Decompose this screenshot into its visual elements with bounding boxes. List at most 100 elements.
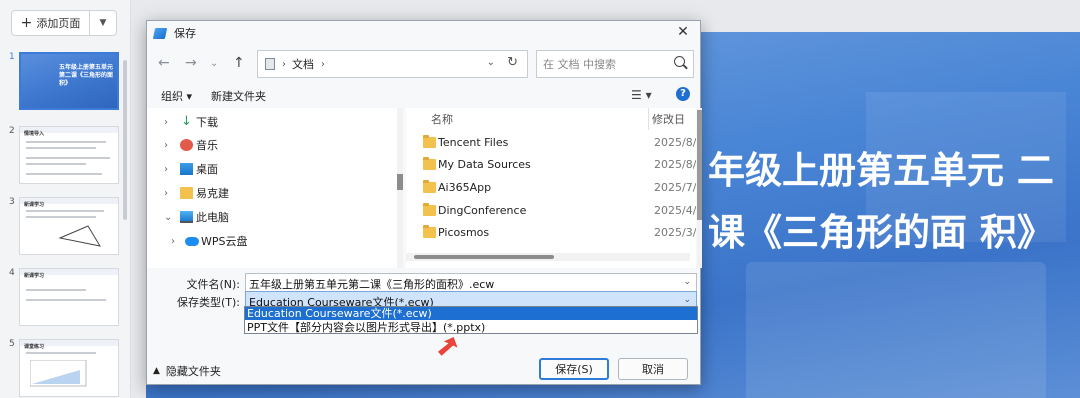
page-number: 3 xyxy=(9,197,15,207)
desktop-icon xyxy=(180,163,193,175)
column-header-modified[interactable]: 修改日 xyxy=(652,108,685,130)
page-number: 4 xyxy=(9,268,15,278)
nav-item-desktop[interactable]: › 桌面 xyxy=(147,158,397,180)
file-date: 2025/3/ xyxy=(654,226,696,239)
file-list: 名称 修改日 Tencent Files 2025/8/ My Data Sou… xyxy=(406,108,696,268)
dialog-title: 保存 xyxy=(174,27,196,40)
search-icon[interactable] xyxy=(674,56,685,67)
column-header-name[interactable]: 名称 xyxy=(431,108,453,130)
search-placeholder: 在 文档 中搜索 xyxy=(543,58,616,71)
file-row[interactable]: DingConference 2025/4/ xyxy=(406,200,696,222)
new-folder-button[interactable]: 新建文件夹 xyxy=(211,88,266,104)
nav-item-label: 音乐 xyxy=(196,139,218,152)
thumbnail-image: 五年级上册第五单元第二课《三角形的面积》 xyxy=(19,52,119,110)
page-thumbnail-5[interactable]: 5 课堂练习 xyxy=(0,339,124,398)
organize-button[interactable]: 组织 ▾ xyxy=(161,88,192,104)
thumbnail-title: 新课学习 xyxy=(24,273,45,279)
expand-chevron-icon[interactable]: › xyxy=(164,117,168,128)
nav-item-label: 桌面 xyxy=(196,163,218,176)
back-arrow-icon[interactable]: ← xyxy=(158,55,170,71)
file-row[interactable]: Tencent Files 2025/8/ xyxy=(406,132,696,154)
file-name: My Data Sources xyxy=(438,158,531,171)
thumbnail-image: 新课学习 xyxy=(19,268,119,326)
thumbnail-title: 五年级上册第五单元第二课《三角形的面积》 xyxy=(59,64,114,87)
file-date: 2025/8/ xyxy=(654,158,696,171)
save-button[interactable]: 保存(S) xyxy=(539,358,609,380)
nav-item-wps-cloud[interactable]: › WPS云盘 xyxy=(147,230,397,252)
app-icon xyxy=(152,27,168,39)
page-thumbnail-2[interactable]: 2 情境导入 xyxy=(0,126,124,188)
collapse-chevron-icon[interactable]: ⌄ xyxy=(164,212,172,223)
file-date: 2025/7/ xyxy=(654,181,696,194)
expand-chevron-icon[interactable]: › xyxy=(164,188,168,199)
thumbnail-image: 课堂练习 xyxy=(19,339,119,397)
add-page-button[interactable]: + 添加页面 xyxy=(12,11,90,35)
navigation-bar: ← → ⌄ ↑ › 文档 › ⌄ ↻ 在 文档 中搜索 xyxy=(147,49,700,79)
nav-item-label: 易克建 xyxy=(196,187,229,200)
filetype-option-pptx[interactable]: PPT文件【部分内容会以图片形式导出】(*.pptx) xyxy=(245,321,697,334)
grid-figure xyxy=(30,360,87,387)
breadcrumb-documents[interactable]: 文档 xyxy=(292,56,314,72)
forward-arrow-icon[interactable]: → xyxy=(185,55,197,71)
page-number: 2 xyxy=(9,126,15,136)
close-icon[interactable]: ✕ xyxy=(676,25,690,39)
file-row[interactable]: Picosmos 2025/3/ xyxy=(406,222,696,244)
page-thumbnail-1[interactable]: 1 五年级上册第五单元第二课《三角形的面积》 xyxy=(0,52,124,114)
file-row[interactable]: My Data Sources 2025/8/ xyxy=(406,154,696,176)
page-thumbnail-4[interactable]: 4 新课学习 xyxy=(0,268,124,330)
folder-icon xyxy=(423,157,436,170)
refresh-icon[interactable]: ↻ xyxy=(507,55,518,70)
cancel-button[interactable]: 取消 xyxy=(618,358,688,380)
filename-field[interactable]: 五年级上册第五单元第二课《三角形的面积》.ecw ⌄ xyxy=(245,273,697,292)
folder-icon xyxy=(423,225,436,238)
nav-item-this-pc[interactable]: ⌄ 此电脑 xyxy=(147,206,397,228)
hide-folders-toggle[interactable]: ▲ 隐藏文件夹 xyxy=(153,363,221,379)
chevron-down-icon[interactable]: ⌄ xyxy=(683,295,691,305)
chevron-down-icon[interactable]: ⌄ xyxy=(487,57,495,68)
filetype-label: 保存类型(T): xyxy=(176,296,240,309)
file-date: 2025/8/ xyxy=(654,136,696,149)
file-row[interactable]: Ai365App 2025/7/ xyxy=(406,177,696,199)
search-input[interactable]: 在 文档 中搜索 xyxy=(536,50,694,78)
nav-item-downloads[interactable]: › ↓ 下载 xyxy=(147,111,397,133)
slide-title: 年级上册第五单元 二课《三角形的面 积》 xyxy=(708,149,1054,254)
thumbnail-title: 新课学习 xyxy=(24,202,45,208)
filetype-option-ecw[interactable]: Education Courseware文件(*.ecw) xyxy=(245,307,697,320)
file-date: 2025/4/ xyxy=(654,204,696,217)
address-bar[interactable]: › 文档 › ⌄ ↻ xyxy=(257,50,528,78)
page-thumbnail-3[interactable]: 3 新课学习 xyxy=(0,197,124,259)
thumbnail-image: 新课学习 xyxy=(19,197,119,255)
nav-item-yikejian[interactable]: › 易克建 xyxy=(147,182,397,204)
folder-icon xyxy=(423,135,436,148)
file-list-horizontal-scrollbar[interactable] xyxy=(406,253,690,261)
nav-item-music[interactable]: › 音乐 xyxy=(147,134,397,156)
file-name: Picosmos xyxy=(438,226,490,239)
chevron-down-icon[interactable]: ⌄ xyxy=(683,277,691,287)
nav-item-label: 下载 xyxy=(196,116,218,129)
up-arrow-icon[interactable]: ↑ xyxy=(233,55,245,71)
add-page-label: 添加页面 xyxy=(36,17,81,30)
dialog-toolbar: 组织 ▾ 新建文件夹 ☰ ▾ ? xyxy=(147,83,700,107)
chevron-up-icon: ▲ xyxy=(153,366,160,376)
expand-chevron-icon[interactable]: › xyxy=(171,236,175,247)
chevron-down-icon[interactable]: ▼ xyxy=(90,11,116,35)
pc-icon xyxy=(180,211,193,223)
view-options-icon[interactable]: ☰ ▾ xyxy=(631,88,652,102)
download-icon: ↓ xyxy=(181,114,192,129)
file-name: DingConference xyxy=(438,204,527,217)
dialog-titlebar: 保存 ✕ xyxy=(147,21,700,45)
expand-chevron-icon[interactable]: › xyxy=(164,140,168,151)
hide-folders-label: 隐藏文件夹 xyxy=(165,365,221,378)
help-icon[interactable]: ? xyxy=(676,87,690,101)
navigation-pane-scrollbar[interactable] xyxy=(397,108,403,268)
cloud-icon xyxy=(185,237,199,246)
expand-chevron-icon[interactable]: › xyxy=(164,164,168,175)
filename-value: 五年级上册第五单元第二课《三角形的面积》.ecw xyxy=(249,278,495,291)
red-pointer-arrow-icon xyxy=(437,337,458,356)
dialog-footer: ▲ 隐藏文件夹 保存(S) 取消 xyxy=(147,354,700,385)
file-list-vertical-scrollbar[interactable] xyxy=(697,108,702,268)
thumbnail-scrollbar[interactable] xyxy=(123,60,127,220)
recent-chevron-icon[interactable]: ⌄ xyxy=(210,58,218,69)
thumbnail-image: 情境导入 xyxy=(19,126,119,184)
filename-row: 文件名(N): 五年级上册第五单元第二课《三角形的面积》.ecw ⌄ xyxy=(147,273,700,293)
